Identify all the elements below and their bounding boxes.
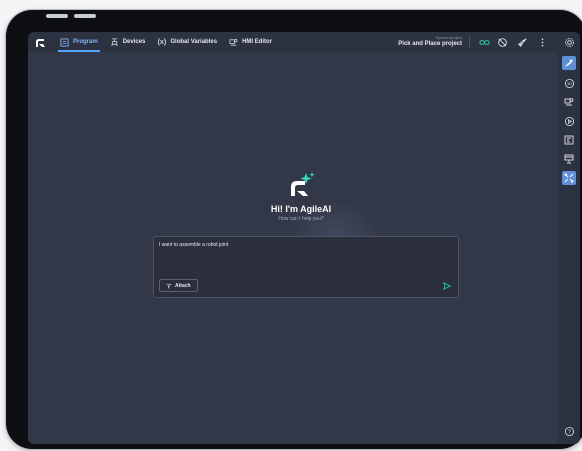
chat-input-text[interactable]: I want to assemble a robot joint [159, 242, 228, 248]
app-logo-icon[interactable] [34, 35, 48, 49]
send-button[interactable] [442, 281, 452, 291]
tab-program[interactable]: Program [54, 32, 104, 52]
agileai-logo-icon [285, 170, 317, 202]
tab-devices[interactable]: Devices [104, 32, 152, 52]
hero-title: Hi! I'm AgileAI [270, 204, 332, 214]
top-navigation-bar: Program Devices (x) Global Variables HMI… [28, 32, 580, 52]
tab-global-variables[interactable]: (x) Global Variables [151, 32, 223, 52]
rocket-icon[interactable] [516, 36, 528, 48]
view-3d-icon[interactable]: 3D [562, 76, 576, 90]
connection-link-icon[interactable] [478, 36, 490, 48]
app-screen: Hi! I'm AgileAI How can I help you? I wa… [28, 32, 580, 444]
help-icon[interactable]: ? [562, 424, 576, 438]
fullscreen-icon[interactable] [562, 171, 576, 185]
ai-assistant-icon[interactable] [562, 56, 576, 70]
attach-label: Attach [175, 282, 191, 289]
svg-text:3D: 3D [567, 82, 572, 86]
svg-text:?: ? [567, 429, 570, 435]
program-icon [60, 37, 69, 47]
monitor-icon[interactable] [562, 152, 576, 166]
project-name: Pick and Place project [398, 41, 462, 47]
tab-program-label: Program [73, 39, 98, 45]
variables-icon: (x) [157, 38, 167, 46]
tab-hmi-editor-label: HMI Editor [242, 39, 273, 45]
right-toolbar: 3D ? [558, 52, 580, 444]
tab-hmi-editor[interactable]: HMI Editor [223, 32, 278, 52]
dashboard-icon[interactable] [562, 133, 576, 147]
hero-subtitle: How can I help you? [278, 216, 324, 222]
robot-icon[interactable] [562, 95, 576, 109]
main-area: Hi! I'm AgileAI How can I help you? I wa… [28, 32, 558, 444]
hmi-icon [229, 38, 238, 47]
settings-gear-icon[interactable] [563, 36, 575, 48]
tablet-frame: Hi! I'm AgileAI How can I help you? I wa… [6, 10, 582, 449]
chat-input-box[interactable]: I want to assemble a robot joint Attach [153, 236, 459, 298]
more-vertical-icon[interactable] [536, 36, 548, 48]
devices-icon [110, 37, 119, 47]
project-subtitle: System project [435, 35, 462, 40]
tab-devices-label: Devices [122, 39, 146, 45]
attach-button[interactable]: Attach [159, 279, 198, 292]
send-icon [443, 282, 451, 290]
hardware-button [46, 14, 68, 18]
attach-icon [166, 283, 172, 289]
project-info: System project Pick and Place project [398, 35, 462, 47]
divider [469, 36, 470, 48]
hardware-button [74, 14, 96, 18]
play-circle-icon[interactable] [562, 114, 576, 128]
tab-global-variables-label: Global Variables [170, 39, 218, 45]
sync-disabled-icon[interactable] [496, 36, 508, 48]
